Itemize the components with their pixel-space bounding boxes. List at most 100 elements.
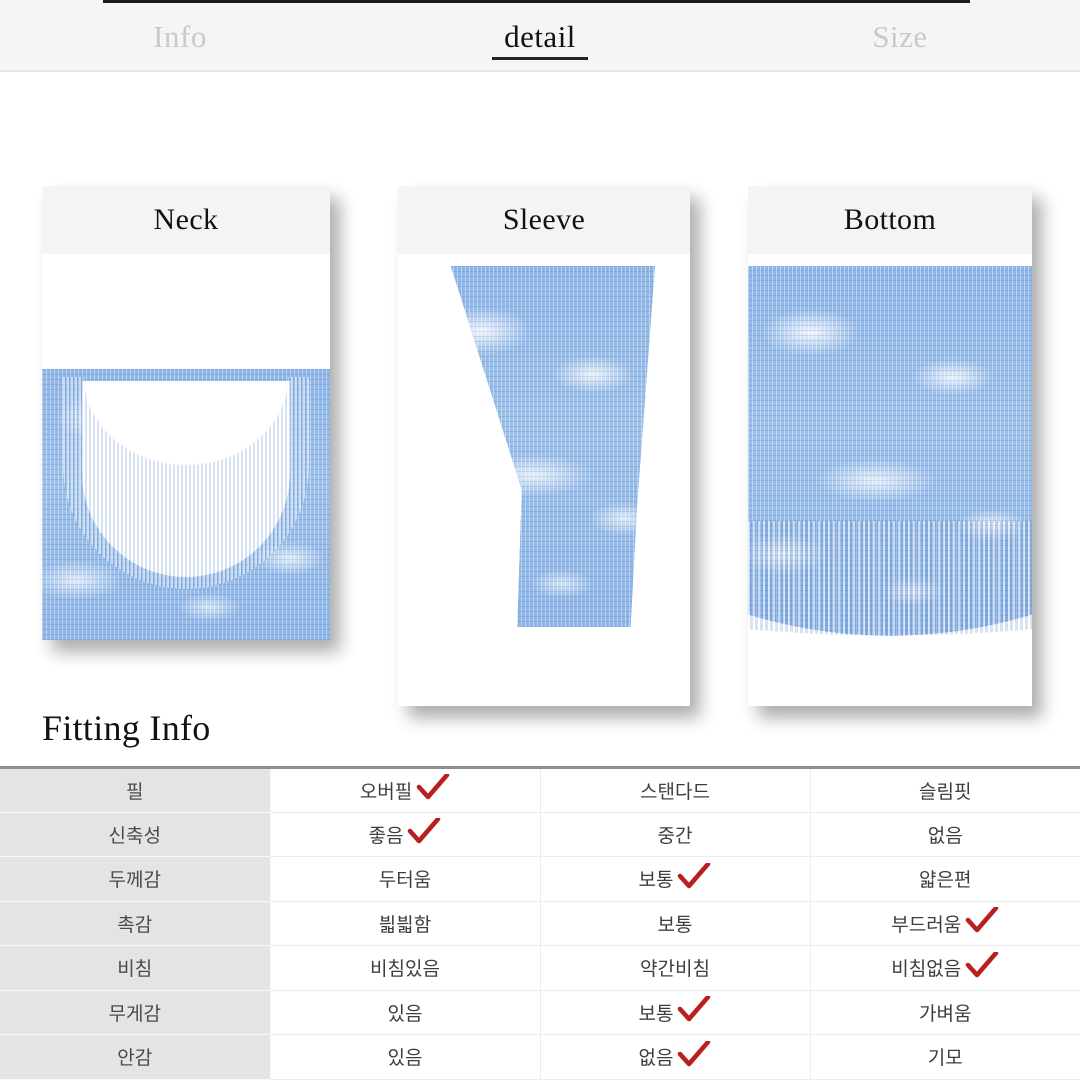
detail-card-neck-title: Neck: [153, 203, 219, 236]
fitting-option-cell[interactable]: 스탠다드: [540, 767, 811, 813]
fitting-row-label: 무게감: [0, 990, 271, 1035]
fitting-option-label: 비침없음: [891, 959, 962, 981]
check-icon: [965, 907, 999, 933]
fitting-option-cell[interactable]: 보통: [540, 901, 811, 946]
tab-size[interactable]: Size: [720, 0, 1080, 72]
fitting-option-wrap: 오버필: [359, 774, 450, 804]
fitting-option-cell[interactable]: 부드러움: [810, 901, 1080, 946]
detail-card-sleeve[interactable]: Sleeve: [398, 186, 690, 706]
fitting-option-wrap: 얇은편: [919, 865, 971, 892]
fitting-option-wrap: 좋음: [368, 818, 442, 848]
detail-card-sleeve-header: Sleeve: [398, 186, 690, 254]
fitting-option-label: 슬림핏: [919, 781, 972, 803]
detail-card-bottom-header: Bottom: [748, 186, 1032, 254]
detail-card-neck-header: Neck: [42, 186, 330, 254]
fitting-option-label: 좋음: [368, 825, 404, 847]
fitting-option-wrap: 있음: [388, 999, 423, 1026]
detail-card-group: Neck Sleeve Bottom: [0, 72, 1080, 706]
fitting-option-wrap: 보통: [638, 996, 712, 1026]
fitting-option-cell[interactable]: 슬림핏: [810, 767, 1080, 813]
fitting-option-cell[interactable]: 두터움: [270, 856, 541, 902]
fitting-option-cell[interactable]: 약간비침: [540, 945, 811, 991]
fitting-option-wrap: 븳븳함: [379, 910, 431, 937]
sleeve-knit-fabric: [450, 266, 655, 627]
tab-info-label: Info: [153, 18, 207, 54]
bottom-photo: [748, 266, 1032, 706]
fitting-option-wrap: 두터움: [379, 865, 431, 892]
fitting-option-label: 부드러움: [891, 914, 962, 936]
fitting-row-label: 필: [0, 767, 271, 813]
fitting-option-label: 있음: [387, 1048, 423, 1070]
fitting-option-cell[interactable]: 있음: [270, 1034, 541, 1080]
table-row: 비침 비침있음 약간비침 비침없음: [0, 945, 1080, 991]
fitting-option-wrap: 부드러움: [891, 907, 999, 937]
fitting-option-label: 보통: [638, 870, 674, 892]
fitting-option-cell[interactable]: 븳븳함: [270, 901, 541, 946]
table-row: 두께감 두터움 보통 얇은편: [0, 856, 1080, 902]
fitting-option-wrap: 약간비침: [640, 954, 710, 981]
fitting-option-cell[interactable]: 가벼움: [810, 990, 1080, 1035]
fitting-option-cell[interactable]: 없음: [810, 812, 1080, 857]
table-row: 안감 있음 없음 기모: [0, 1034, 1080, 1080]
neck-photo: [42, 369, 330, 640]
fitting-option-wrap: 기모: [928, 1043, 963, 1070]
fitting-option-wrap: 없음: [638, 1040, 712, 1070]
check-icon: [677, 996, 711, 1022]
check-icon: [407, 818, 441, 844]
tab-detail-underline: [492, 57, 588, 60]
fitting-row-label: 신축성: [0, 812, 271, 857]
fitting-option-cell[interactable]: 보통: [540, 856, 811, 902]
fitting-option-label: 스탠다드: [640, 781, 710, 803]
fitting-option-wrap: 비침있음: [370, 954, 440, 981]
bottom-hem-rib: [748, 521, 1032, 636]
fitting-option-cell[interactable]: 있음: [270, 990, 541, 1035]
fitting-option-label: 없음: [638, 1048, 674, 1070]
fitting-option-cell[interactable]: 보통: [540, 990, 811, 1035]
fitting-row-label: 안감: [0, 1034, 271, 1080]
fitting-option-label: 보통: [638, 1003, 674, 1025]
tab-info[interactable]: Info: [0, 0, 360, 72]
fitting-option-wrap: 보통: [658, 910, 693, 937]
fitting-option-label: 얇은편: [919, 870, 972, 892]
fitting-option-wrap: 비침없음: [891, 951, 999, 981]
fitting-option-wrap: 중간: [658, 821, 693, 848]
detail-card-bottom[interactable]: Bottom: [748, 186, 1032, 706]
check-icon: [416, 774, 450, 800]
fitting-option-cell[interactable]: 비침없음: [810, 945, 1080, 991]
fitting-option-wrap: 보통: [638, 862, 712, 892]
fitting-option-label: 븳븳함: [378, 914, 432, 936]
fitting-option-label: 기모: [927, 1048, 963, 1070]
fitting-option-label: 두터움: [378, 870, 432, 892]
fitting-option-label: 보통: [657, 914, 693, 936]
fitting-option-label: 중간: [657, 825, 693, 847]
sleeve-photo: [398, 266, 690, 706]
tab-detail[interactable]: detail: [360, 0, 720, 72]
check-icon: [965, 951, 999, 978]
tab-bar: Info detail Size: [0, 0, 1080, 72]
fitting-option-label: 있음: [387, 1003, 423, 1025]
tab-detail-label: detail: [504, 18, 576, 54]
fitting-info-table: 필 오버필 스탠다드 슬림핏 신축성 좋음 중간 없음 두께감 두터움 보통 얇은편 촉감 븳븳함 보통 부드…: [0, 766, 1080, 1080]
fitting-option-cell[interactable]: 오버필: [270, 767, 541, 813]
detail-card-neck[interactable]: Neck: [42, 186, 330, 640]
fitting-option-cell[interactable]: 얇은편: [810, 856, 1080, 902]
neck-knit-fabric: [42, 369, 330, 640]
fitting-option-label: 오버필: [359, 781, 413, 803]
fitting-option-cell[interactable]: 기모: [810, 1034, 1080, 1080]
fitting-option-wrap: 슬림핏: [919, 777, 971, 804]
table-row: 신축성 좋음 중간 없음: [0, 812, 1080, 857]
fitting-option-cell[interactable]: 좋음: [270, 812, 541, 857]
fitting-row-label: 두께감: [0, 856, 271, 902]
check-icon: [677, 862, 711, 889]
detail-card-bottom-title: Bottom: [843, 203, 937, 236]
fitting-option-label: 약간비침: [640, 959, 710, 981]
fitting-option-wrap: 있음: [388, 1043, 423, 1070]
fitting-option-cell[interactable]: 없음: [540, 1034, 811, 1080]
fitting-option-wrap: 스탠다드: [640, 777, 710, 804]
check-icon: [677, 1040, 711, 1067]
fitting-row-label: 비침: [0, 945, 271, 991]
fitting-option-cell[interactable]: 중간: [540, 812, 811, 857]
fitting-option-cell[interactable]: 비침있음: [270, 945, 541, 991]
table-row: 촉감 븳븳함 보통 부드러움: [0, 901, 1080, 946]
fitting-option-wrap: 가벼움: [919, 999, 971, 1026]
